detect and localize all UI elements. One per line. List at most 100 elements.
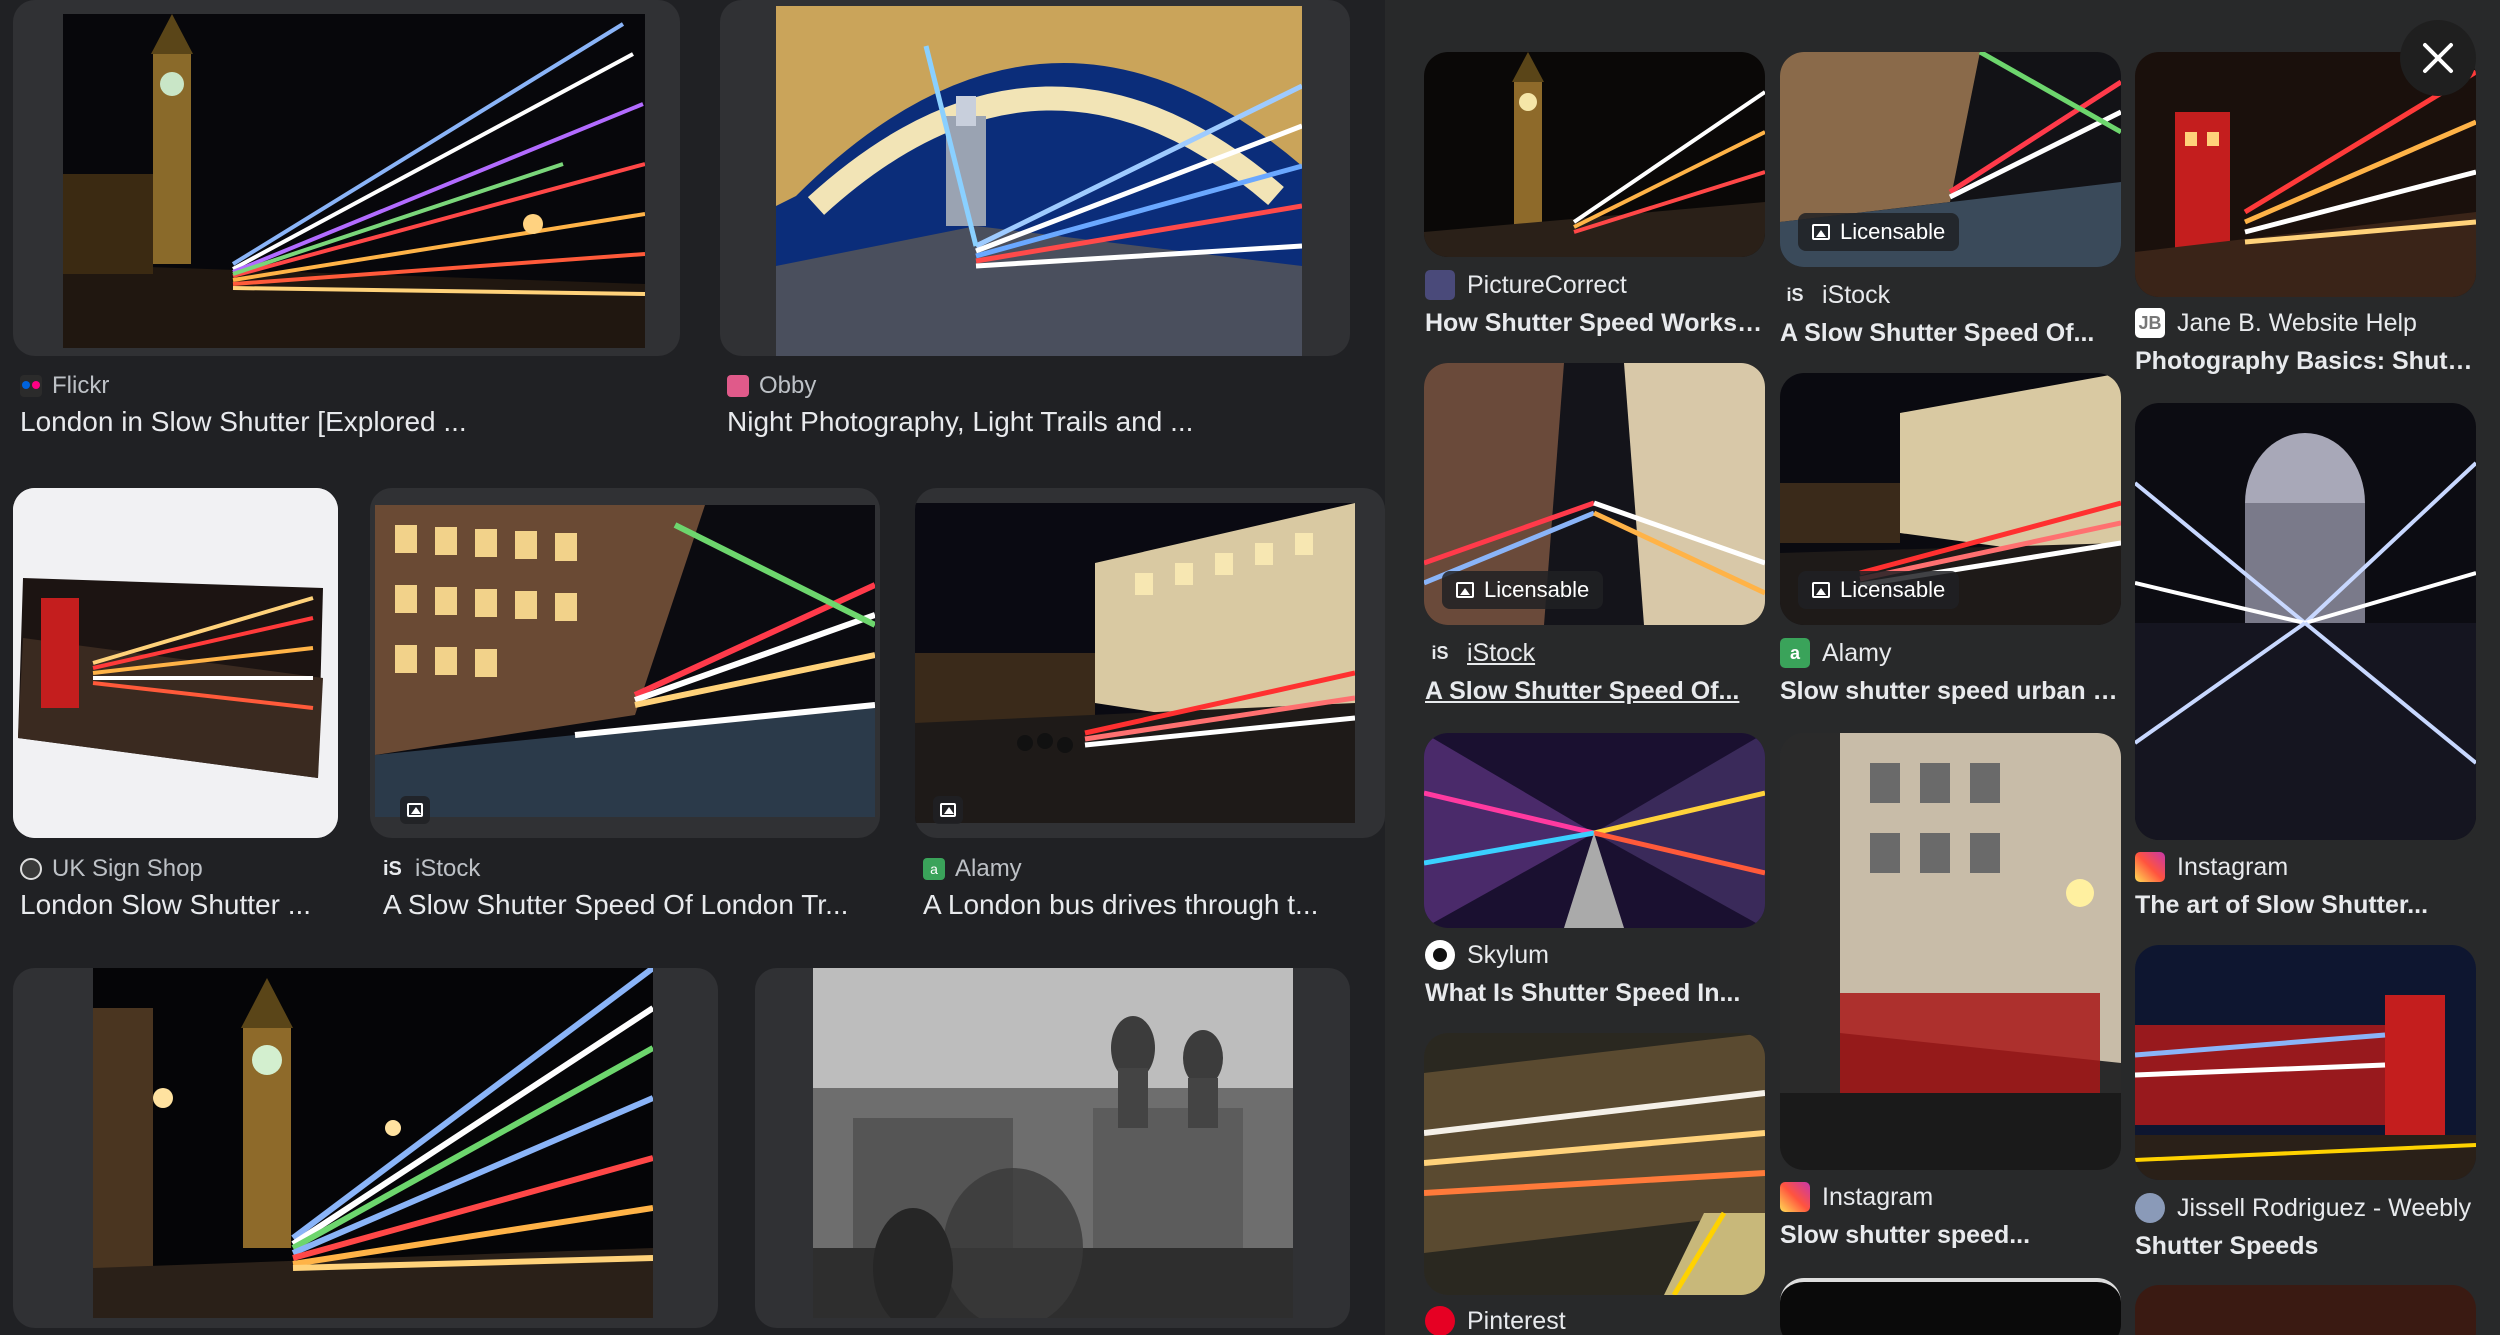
related-source[interactable]: JB Jane B. Website Help bbox=[2135, 308, 2417, 338]
related-thumbnail[interactable] bbox=[2135, 1285, 2476, 1335]
related-source[interactable]: iS iStock bbox=[1780, 280, 1890, 310]
related-title[interactable]: A Slow Shutter Speed Of... bbox=[1780, 319, 2120, 348]
licensable-badge: Licensable bbox=[1442, 571, 1604, 609]
related-source-label: Instagram bbox=[1822, 1182, 1934, 1211]
related-source[interactable]: a Alamy bbox=[1780, 638, 1891, 668]
related-thumbnail[interactable] bbox=[1780, 733, 2121, 1170]
uk-sign-shop-icon bbox=[20, 858, 42, 880]
result-source[interactable]: Flickr bbox=[20, 372, 109, 400]
related-title[interactable]: Shutter Speeds bbox=[2135, 1232, 2475, 1261]
result-source-label: Flickr bbox=[52, 372, 110, 399]
result-thumbnail[interactable] bbox=[13, 0, 680, 356]
related-source[interactable]: Instagram bbox=[2135, 852, 2288, 882]
skylum-icon bbox=[1425, 940, 1455, 970]
related-thumbnail[interactable] bbox=[1424, 52, 1765, 257]
result-title[interactable]: London Slow Shutter ... bbox=[20, 889, 340, 921]
result-card[interactable]: a Alamy A London bus drives through t... bbox=[910, 485, 1385, 935]
underground-train-trails-image bbox=[1424, 1033, 1765, 1295]
licensable-badge: Licensable bbox=[1798, 571, 1960, 609]
result-title[interactable]: A Slow Shutter Speed Of London Tr... bbox=[383, 889, 863, 921]
licensable-label: Licensable bbox=[1840, 577, 1946, 602]
related-thumbnail[interactable]: Licensable bbox=[1424, 363, 1765, 625]
image-badge-icon bbox=[400, 796, 430, 824]
result-source-label: UK Sign Shop bbox=[52, 855, 203, 882]
big-ben-light-trails-image bbox=[63, 14, 645, 348]
licensable-label: Licensable bbox=[1840, 219, 1946, 244]
related-source[interactable]: Pinterest bbox=[1425, 1306, 1566, 1335]
related-source-label: Alamy bbox=[1822, 638, 1892, 667]
result-thumbnail[interactable] bbox=[915, 488, 1385, 838]
result-card[interactable]: Flickr London in Slow Shutter [Explored … bbox=[0, 0, 690, 450]
related-source-label: Instagram bbox=[2177, 852, 2289, 881]
result-source[interactable]: UK Sign Shop bbox=[20, 855, 203, 883]
result-source-label: iStock bbox=[415, 855, 481, 882]
result-thumbnail[interactable] bbox=[13, 968, 718, 1328]
result-thumbnail[interactable] bbox=[370, 488, 880, 838]
related-title[interactable]: A Slow Shutter Speed Of... bbox=[1425, 677, 1765, 706]
result-source[interactable]: Obby bbox=[727, 372, 816, 400]
related-source-label: PictureCorrect bbox=[1467, 270, 1627, 299]
big-ben-street-light-trails-image bbox=[93, 968, 653, 1318]
related-thumbnail[interactable]: Licensable bbox=[1780, 52, 2121, 267]
related-title[interactable]: Slow shutter speed... bbox=[1780, 1221, 2120, 1250]
result-card[interactable]: iS iStock A Slow Shutter Speed Of London… bbox=[370, 485, 890, 935]
related-source-label: Pinterest bbox=[1467, 1306, 1566, 1335]
regent-street-light-trails-image bbox=[375, 505, 875, 817]
related-title[interactable]: What Is Shutter Speed In... bbox=[1425, 979, 1765, 1008]
big-ben-night-image bbox=[1424, 52, 1765, 257]
result-card[interactable]: UK Sign Shop London Slow Shutter ... bbox=[0, 485, 350, 935]
instagram-icon bbox=[1780, 1182, 1810, 1212]
image-icon bbox=[1812, 582, 1830, 598]
related-title[interactable]: How Shutter Speed Works:... bbox=[1425, 309, 1765, 338]
related-source[interactable]: Instagram bbox=[1780, 1182, 1933, 1212]
picturecorrect-icon bbox=[1425, 270, 1455, 300]
related-thumbnail[interactable] bbox=[1424, 1033, 1765, 1295]
red-bus-blur-image bbox=[1780, 733, 2121, 1170]
result-thumbnail[interactable] bbox=[720, 0, 1350, 356]
related-title[interactable]: The art of Slow Shutter... bbox=[2135, 891, 2475, 920]
london-bus-street-image bbox=[915, 503, 1355, 823]
related-title[interactable]: Photography Basics: Shutte... bbox=[2135, 347, 2475, 376]
instagram-icon bbox=[2135, 852, 2165, 882]
weebly-icon bbox=[2135, 1193, 2165, 1223]
st-pauls-light-trails-image bbox=[2135, 403, 2476, 840]
related-source[interactable]: Jissell Rodriguez - Weebly bbox=[2135, 1193, 2471, 1223]
result-thumbnail[interactable] bbox=[755, 968, 1350, 1328]
result-source-label: Alamy bbox=[955, 855, 1022, 882]
related-images-panel: PictureCorrect How Shutter Speed Works:.… bbox=[1385, 0, 2500, 1335]
related-source[interactable]: Skylum bbox=[1425, 940, 1549, 970]
pinterest-icon bbox=[1425, 1306, 1455, 1335]
result-source[interactable]: iS iStock bbox=[383, 855, 480, 883]
result-card[interactable] bbox=[755, 968, 1385, 1335]
tower-bridge-light-trails-image bbox=[776, 6, 1302, 356]
tower-of-london-bw-image bbox=[813, 968, 1293, 1318]
result-title[interactable]: Night Photography, Light Trails and ... bbox=[727, 406, 1347, 438]
obby-icon bbox=[727, 375, 749, 397]
result-thumbnail[interactable] bbox=[13, 488, 338, 838]
colorful-street-trails-image bbox=[1424, 733, 1765, 928]
related-thumbnail[interactable] bbox=[2135, 945, 2476, 1180]
related-thumbnail[interactable] bbox=[2135, 403, 2476, 840]
image-badge-icon bbox=[933, 796, 963, 824]
jane-b-icon: JB bbox=[2135, 308, 2165, 338]
related-source-label: Jane B. Website Help bbox=[2177, 308, 2417, 337]
related-thumbnail[interactable] bbox=[1424, 733, 1765, 928]
result-card[interactable]: Obby Night Photography, Light Trails and… bbox=[715, 0, 1385, 450]
result-source[interactable]: a Alamy bbox=[923, 855, 1022, 883]
related-title[interactable]: Slow shutter speed urban hi... bbox=[1780, 677, 2120, 706]
related-source[interactable]: PictureCorrect bbox=[1425, 270, 1627, 300]
licensable-label: Licensable bbox=[1484, 577, 1590, 602]
istock-icon: iS bbox=[383, 858, 402, 880]
related-source-label: Skylum bbox=[1467, 940, 1549, 969]
related-thumbnail[interactable] bbox=[1780, 1278, 2121, 1335]
related-source-label: iStock bbox=[1467, 638, 1536, 667]
result-title[interactable]: London in Slow Shutter [Explored ... bbox=[20, 406, 640, 438]
result-card[interactable] bbox=[0, 968, 720, 1335]
red-bus-phone-box-image bbox=[2135, 945, 2476, 1180]
related-source[interactable]: iS iStock bbox=[1425, 638, 1535, 668]
close-panel-button[interactable] bbox=[2400, 20, 2476, 96]
result-title[interactable]: A London bus drives through t... bbox=[923, 889, 1343, 921]
istock-icon: iS bbox=[1786, 284, 1804, 305]
related-thumbnail[interactable]: Licensable bbox=[1780, 373, 2121, 625]
alamy-icon: a bbox=[1780, 638, 1810, 668]
